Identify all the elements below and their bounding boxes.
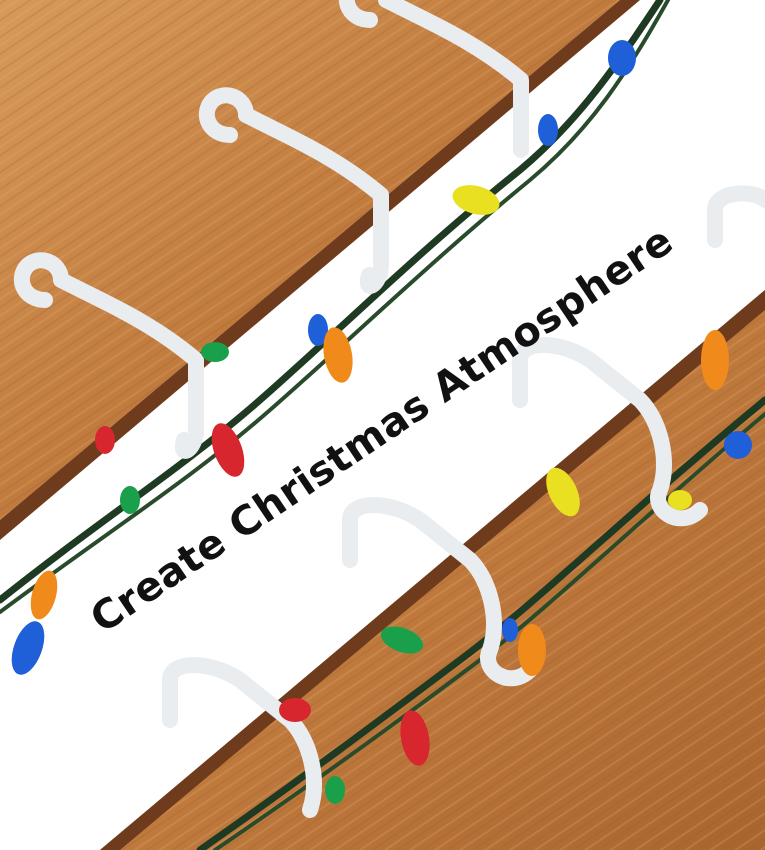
bulb xyxy=(608,40,636,76)
bulb xyxy=(724,431,752,459)
bulb xyxy=(201,342,229,362)
bulb xyxy=(325,776,345,804)
bulb xyxy=(120,486,140,514)
bulb xyxy=(668,490,692,510)
bulb xyxy=(502,618,518,642)
bulb xyxy=(211,423,245,477)
product-scene: Create Christmas Atmosphere xyxy=(0,0,765,850)
bulb xyxy=(279,698,311,722)
bulb xyxy=(95,426,115,454)
bulb xyxy=(701,330,729,390)
bulb xyxy=(538,114,558,146)
bulb xyxy=(518,624,546,676)
bulb xyxy=(11,621,45,675)
